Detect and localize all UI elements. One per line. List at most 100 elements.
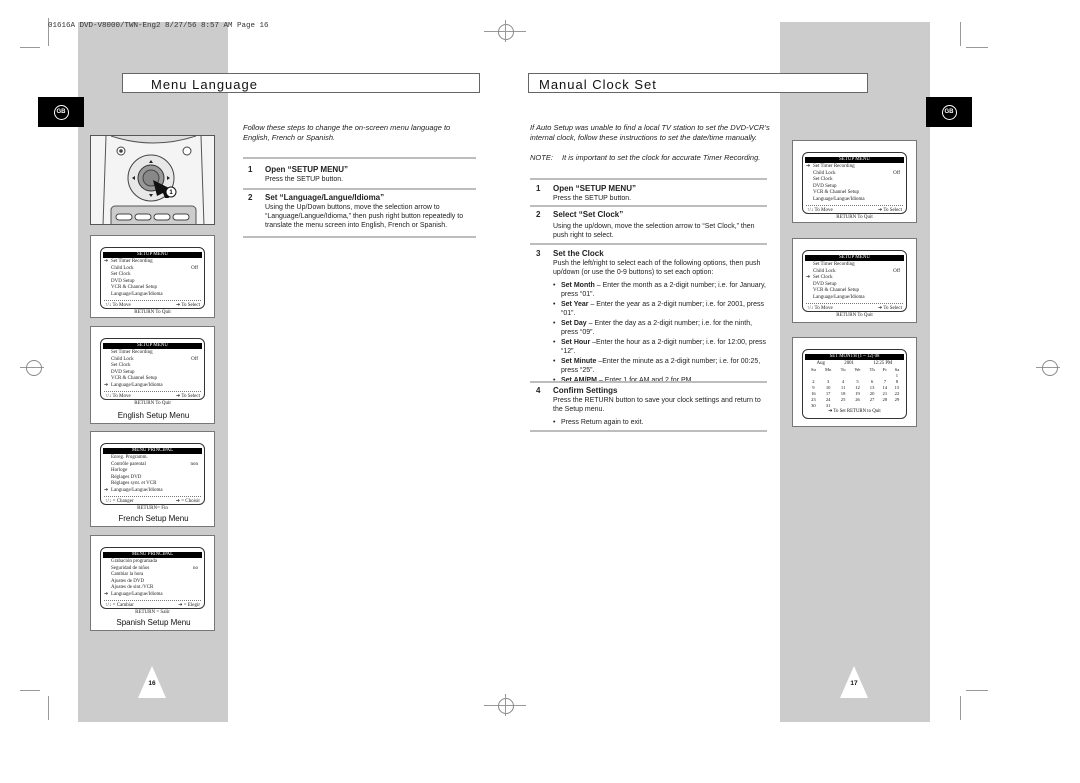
left-step-1: 1 Open “SETUP MENU” Press the SETUP butt…: [248, 165, 476, 184]
divider: [243, 236, 476, 238]
step-number: 3: [536, 249, 541, 258]
osd-hint-move: ↑/↓ To Move: [105, 394, 131, 399]
selection-arrow-icon: ➔: [104, 487, 109, 493]
osd-panel: SETUP MENU ➔ Set Timer Recording Child Lo…: [100, 247, 205, 315]
osd-screen-setup-menu-right: SETUP MENU ➔ Set Timer Recording Child Lo…: [792, 140, 917, 223]
step-body: Press the SETUP button.: [265, 176, 344, 183]
list-item: Set Day – Enter the day as a 2-digit num…: [553, 319, 768, 337]
osd-hint-move: ↑/↓ To Move: [807, 208, 833, 213]
osd-hint-move: ↑/↓ To Move: [105, 303, 131, 308]
step-body: Press the SETUP button.: [553, 195, 632, 202]
step-number: 2: [536, 210, 541, 219]
right-intro-text: If Auto Setup was unable to find a local…: [530, 123, 770, 142]
step-title: Confirm Settings: [553, 386, 618, 395]
divider: [530, 381, 767, 383]
calendar-grid: Su Mo Tu We Th Fr Sa 1 2 3 4 5 6 7 8 9 10 11 12 13 14 15 16 17…: [807, 367, 903, 409]
osd-item: Language/Langue/Idioma: [111, 382, 163, 388]
step-title: Select “Set Clock”: [553, 210, 624, 219]
osd-screen-english: SETUP MENU Set Timer Recording Child Loc…: [90, 326, 215, 424]
left-intro-text: Follow these steps to change the on-scre…: [243, 123, 451, 142]
step-body: Press the RETURN button to save your clo…: [553, 397, 761, 413]
crop-mark: [48, 696, 49, 720]
calendar-month: Aug: [816, 361, 825, 366]
osd-screen-setup-menu: SETUP MENU ➔ Set Timer Recording Child Lo…: [90, 235, 215, 318]
step-title: Set the Clock: [553, 249, 604, 258]
crop-mark: [966, 47, 988, 48]
step-number: 1: [536, 184, 541, 193]
region-badge-left: GB: [38, 97, 84, 127]
page-number-left: 16: [148, 680, 156, 687]
osd-hint-quit: RETURN To Quit: [836, 312, 873, 318]
list-item: Set Minute –Enter the minute as a 2-digi…: [553, 357, 768, 375]
step-number: 1: [248, 165, 253, 174]
osd-hint-select: ➔ To Select: [175, 394, 200, 399]
osd-hint-move: ↑/↓ = Cambiar: [105, 603, 134, 608]
gb-icon: GB: [941, 104, 957, 120]
crop-mark: [20, 690, 40, 691]
clock-options-list: Set Month – Enter the month as a 2-digit…: [553, 281, 768, 385]
selection-arrow-icon: ➔: [104, 591, 109, 597]
osd-divider: [104, 600, 201, 601]
remote-control-illustration: 1: [90, 135, 215, 225]
osd-hint-move: ↑/↓ To Move: [807, 306, 833, 311]
list-item: Set Hour –Enter the hour as a 2-digit nu…: [553, 338, 768, 356]
osd-item: Language/Langue/Idioma: [111, 291, 163, 297]
osd-item: Language/Langue/Idioma: [813, 196, 865, 202]
osd-header: MENU PRINCIPAL: [103, 552, 202, 558]
right-step-3: 3 Set the Clock Push the left/right to s…: [536, 249, 768, 386]
right-step-2: 2 Select “Set Clock” Using the up/down, …: [536, 210, 768, 240]
osd-hint-select: ➔ = Elegir: [178, 603, 200, 608]
osd-divider: [806, 303, 903, 304]
osd-divider: [104, 496, 201, 497]
registration-mark: [26, 360, 42, 376]
osd-header: SETUP MENU: [805, 255, 904, 261]
osd-hint-select: ➔ To Select: [877, 208, 902, 213]
registration-mark: [1042, 360, 1058, 376]
step-body: Using the up/down, move the selection ar…: [553, 223, 755, 239]
region-badge-right: GB: [926, 97, 972, 127]
left-step-2: 2 Set “Language/Langue/Idioma” Using the…: [248, 193, 476, 230]
osd-item: Language/Langue/Idioma: [111, 591, 163, 597]
osd-header: SETUP MENU: [805, 157, 904, 163]
registration-mark: [498, 24, 514, 40]
osd-header: MENU PRINCIPAL: [103, 448, 202, 454]
print-slug: 01616A DVD-V8000/TWN-Eng2 8/27/56 8:57 A…: [48, 22, 269, 30]
osd-item: Language/Langue/Idioma: [813, 294, 865, 300]
calendar-panel: SET MONTH (1 ~ 12) 08 Aug 2001 12:25 PM …: [802, 349, 907, 419]
osd-header: SETUP MENU: [103, 252, 202, 258]
registration-mark: [505, 694, 506, 716]
osd-item: Language/Langue/Idioma: [111, 487, 163, 493]
screen-caption: French Setup Menu: [118, 514, 189, 523]
osd-hint-select: ➔ = Choisir: [175, 499, 200, 504]
osd-hint-select: ➔ To Select: [877, 306, 902, 311]
osd-screen-french: MENU PRINCIPAL Enreg. Programm. Contrôle…: [90, 431, 215, 527]
osd-hint-quit: RETURN = Salir: [135, 609, 170, 615]
osd-screen-set-clock-selected: SETUP MENU Set Timer Recording Child Loc…: [792, 238, 917, 323]
osd-divider: [104, 391, 201, 392]
divider: [530, 178, 767, 180]
step-title: Open “SETUP MENU”: [553, 184, 636, 193]
note-text: It is important to set the clock for acc…: [562, 153, 761, 162]
divider: [530, 205, 767, 207]
remote-dpad-icon: 1: [102, 136, 205, 224]
right-step-4: 4 Confirm Settings Press the RETURN butt…: [536, 386, 768, 428]
divider: [243, 188, 476, 190]
divider: [530, 243, 767, 245]
osd-header: SETUP MENU: [103, 343, 202, 349]
crop-mark: [960, 696, 961, 720]
osd-hint-quit: RETURN= Fin: [137, 505, 168, 511]
selection-arrow-icon: ➔: [104, 382, 109, 388]
osd-panel: SETUP MENU Set Timer Recording Child Loc…: [100, 338, 205, 406]
osd-screen-calendar: SET MONTH (1 ~ 12) 08 Aug 2001 12:25 PM …: [792, 337, 917, 427]
confirm-list: Press Return again to exit.: [553, 418, 768, 427]
calendar-footer: ➔ To Set RETURN to Quit: [828, 409, 881, 414]
osd-divider: [104, 300, 201, 301]
osd-screen-spanish: MENU PRINCIPAL Grabación programada Segu…: [90, 535, 215, 631]
step-number: 4: [536, 386, 541, 395]
right-page-title: Manual Clock Set: [528, 73, 868, 93]
step-title: Set “Language/Langue/Idioma”: [265, 193, 385, 202]
step-number: 2: [248, 193, 253, 202]
osd-panel: SETUP MENU Set Timer Recording Child Loc…: [802, 250, 907, 318]
osd-hint-select: ➔ To Select: [175, 303, 200, 308]
step-body: Push the left/right to select each of th…: [553, 260, 761, 276]
